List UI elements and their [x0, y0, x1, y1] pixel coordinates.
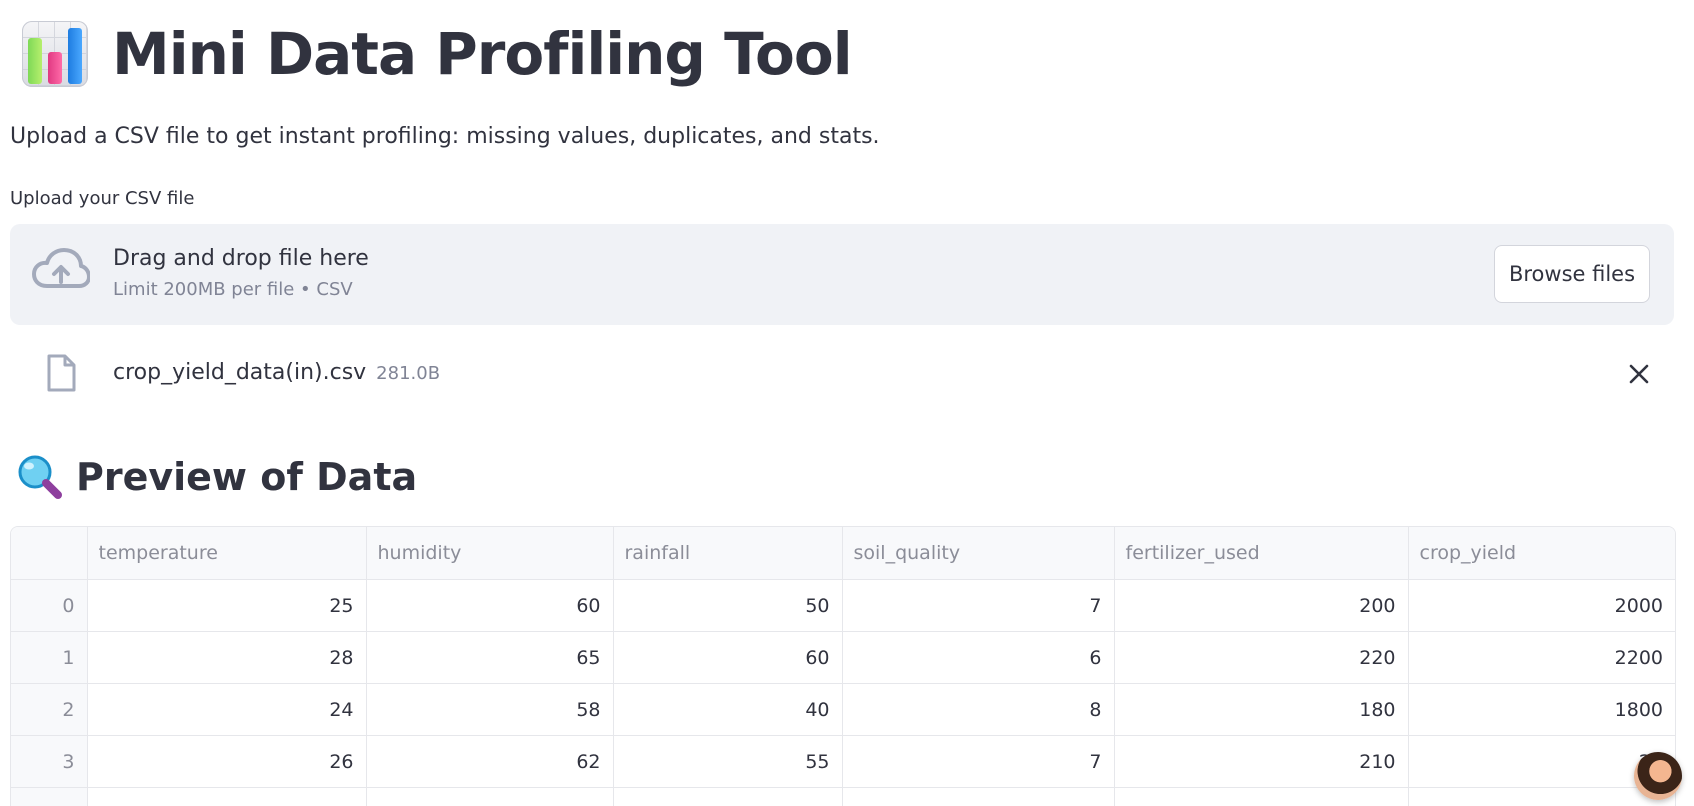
row-index: 1	[11, 631, 88, 684]
table-cell[interactable]: 26	[87, 735, 367, 788]
table-cell[interactable]	[613, 787, 843, 806]
table-cell[interactable]: 24	[87, 683, 367, 736]
table-cell[interactable]: 65	[366, 631, 614, 684]
file-dropzone[interactable]: Drag and drop file here Limit 200MB per …	[10, 224, 1674, 325]
table-cell[interactable]: 7	[842, 735, 1115, 788]
table-header-row: temperature humidity rainfall soil_quali…	[11, 527, 1675, 580]
cloud-upload-icon	[32, 248, 90, 288]
table-row	[11, 787, 1675, 806]
data-preview-table[interactable]: temperature humidity rainfall soil_quali…	[10, 526, 1676, 806]
table-cell[interactable]	[1114, 787, 1409, 806]
file-name-text: crop_yield_data(in).csv	[113, 360, 367, 385]
app-page: Mini Data Profiling Tool Upload a CSV fi…	[0, 0, 1694, 806]
close-icon[interactable]	[1626, 361, 1652, 387]
table-cell[interactable]	[87, 787, 367, 806]
file-icon	[47, 354, 76, 392]
column-header-soil-quality[interactable]: soil_quality	[842, 527, 1115, 580]
column-header-index[interactable]	[11, 527, 88, 580]
avatar[interactable]	[1634, 752, 1682, 800]
table-cell[interactable]: 2200	[1408, 631, 1675, 684]
table-cell[interactable]: 1800	[1408, 683, 1675, 736]
table-cell[interactable]: 50	[613, 579, 843, 632]
column-header-temperature[interactable]: temperature	[87, 527, 367, 580]
table-cell[interactable]: 60	[366, 579, 614, 632]
table-cell[interactable]: 200	[1114, 579, 1409, 632]
app-header: Mini Data Profiling Tool	[22, 18, 853, 90]
table-cell[interactable]: 2000	[1408, 579, 1675, 632]
column-header-fertilizer-used[interactable]: fertilizer_used	[1114, 527, 1409, 580]
table-row: 1 28 65 60 6 220 2200	[11, 631, 1675, 684]
table-cell[interactable]: 62	[366, 735, 614, 788]
magnifier-icon	[18, 455, 62, 499]
dropzone-limit: Limit 200MB per file • CSV	[113, 279, 353, 300]
row-index	[11, 787, 88, 806]
uploader-label: Upload your CSV file	[10, 188, 195, 209]
table-cell[interactable]: 40	[613, 683, 843, 736]
table-cell[interactable]: 8	[842, 683, 1115, 736]
table-cell[interactable]: 28	[87, 631, 367, 684]
page-title: Mini Data Profiling Tool	[112, 20, 853, 88]
table-cell[interactable]: 60	[613, 631, 843, 684]
table-cell[interactable]	[842, 787, 1115, 806]
row-index: 0	[11, 579, 88, 632]
preview-title: Preview of Data	[76, 455, 418, 499]
bar-chart-icon	[22, 21, 88, 87]
table-row: 2 24 58 40 8 180 1800	[11, 683, 1675, 736]
preview-header: Preview of Data	[16, 452, 417, 502]
table-cell[interactable]	[1408, 787, 1675, 806]
table-cell[interactable]: 210	[1114, 735, 1409, 788]
table-row: 3 26 62 55 7 210 21	[11, 735, 1675, 788]
table-cell[interactable]: 25	[87, 579, 367, 632]
column-header-humidity[interactable]: humidity	[366, 527, 614, 580]
row-index: 3	[11, 735, 88, 788]
browse-files-button[interactable]: Browse files	[1494, 245, 1650, 303]
dropzone-text: Drag and drop file here Limit 200MB per …	[113, 246, 369, 300]
table-row: 0 25 60 50 7 200 2000	[11, 579, 1675, 632]
column-header-rainfall[interactable]: rainfall	[613, 527, 843, 580]
table-cell[interactable]: 55	[613, 735, 843, 788]
column-header-crop-yield[interactable]: crop_yield	[1408, 527, 1675, 580]
uploaded-file-name: crop_yield_data(in).csv 281.0B	[113, 360, 440, 385]
dropzone-instructions: Drag and drop file here	[113, 246, 369, 271]
table-cell[interactable]: 180	[1114, 683, 1409, 736]
table-cell[interactable]: 58	[366, 683, 614, 736]
file-size: 281.0B	[376, 363, 441, 384]
table-cell[interactable]: 220	[1114, 631, 1409, 684]
row-index: 2	[11, 683, 88, 736]
table-cell[interactable]: 6	[842, 631, 1115, 684]
table-cell[interactable]	[366, 787, 614, 806]
page-description: Upload a CSV file to get instant profili…	[10, 124, 880, 149]
uploaded-file-item: crop_yield_data(in).csv 281.0B	[10, 352, 1674, 396]
table-cell[interactable]: 7	[842, 579, 1115, 632]
